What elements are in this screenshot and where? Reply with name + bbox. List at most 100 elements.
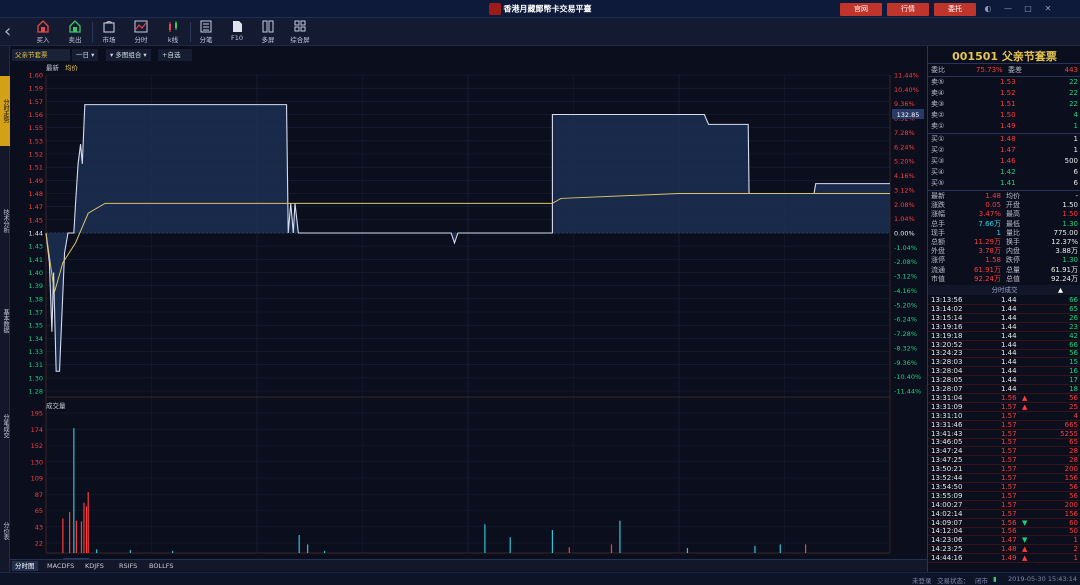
stat-value: 61.91万 [973, 265, 1001, 274]
tick-price: 1.57 [1001, 411, 1017, 420]
composite-button[interactable]: 综合屏 [287, 20, 313, 44]
bid-row: 买④ 1.42 6 [928, 168, 1080, 177]
tab-rsi[interactable]: RSIFS [116, 561, 140, 571]
nav-basic-data[interactable]: 基本数据 [0, 286, 10, 356]
price-tick-label: 1.41 [29, 256, 43, 264]
bid-price: 1.41 [1000, 179, 1016, 187]
official-site-button[interactable]: 官网 [840, 3, 882, 16]
minimize-icon[interactable]: — [1002, 3, 1014, 15]
nav-technical[interactable]: 技术分析 [0, 186, 10, 256]
tick-volume: 66 [1069, 340, 1078, 349]
stat-value: 61.91万 [1050, 265, 1078, 274]
tick-row: 13:52:44 1.57 156 [928, 474, 1080, 483]
tick-row: 13:28:07 1.44 18 [928, 385, 1080, 394]
add-favorite-button[interactable]: +自选 [158, 49, 192, 61]
scroll-up-icon[interactable]: ▲ [1058, 285, 1063, 295]
market-button[interactable]: 市场 [96, 20, 122, 44]
tick-label: 分笔 [199, 36, 213, 44]
tick-row: 13:47:25 1.57 28 [928, 456, 1080, 466]
stock-name: 父亲节套票 [1001, 50, 1057, 63]
tick-button[interactable]: 分笔 [193, 20, 219, 44]
overlay-select[interactable]: ▾ 多图组合 ▾ [106, 49, 151, 61]
volume-tick-label: 174 [31, 426, 43, 434]
price-tick-label: 1.31 [29, 361, 43, 369]
divider [928, 190, 1080, 191]
tab-macd[interactable]: MACDFS [44, 561, 77, 571]
pct-tick-label: 11.44% [894, 72, 919, 80]
tick-row: 13:13:56 1.44 66 [928, 296, 1080, 305]
nav-timeshare[interactable]: 分时走势 [0, 76, 10, 146]
tick-volume: 23 [1069, 322, 1078, 331]
back-icon[interactable]: ‹ [4, 21, 11, 42]
stat-value: 12.37% [1051, 238, 1078, 246]
stock-code: 001501 [952, 50, 999, 63]
nav-price-table[interactable]: 分价表 [0, 506, 10, 556]
price-tick-label: 1.56 [29, 111, 43, 119]
price-tick-label: 1.48 [29, 190, 43, 198]
status-bar: 未登录 交易状态： 闭市 ▮ 2019-05-30 15:43:14 [0, 572, 1080, 585]
bid-volume: 500 [1064, 157, 1078, 165]
maximize-icon[interactable]: □ [1022, 3, 1034, 15]
down-arrow-icon: ▼ [1022, 536, 1028, 545]
volume-tick-label: 109 [31, 475, 43, 483]
tick-volume: 156 [1064, 474, 1078, 482]
stat-label: 市值 [931, 274, 945, 283]
tick-row: 14:12:04 1.56 50 [928, 527, 1080, 537]
stat-label: 总额 [931, 238, 945, 246]
tab-kdj[interactable]: KDJFS [82, 561, 107, 571]
tick-volume: 56 [1069, 393, 1078, 402]
stat-label: 总量 [1006, 265, 1020, 274]
tab-timeshare[interactable]: 分时图 [12, 561, 38, 571]
price-tick-label: 1.34 [29, 335, 43, 343]
period-select[interactable]: 一日 ▾ [72, 49, 99, 61]
tab-boll[interactable]: BOLLFS [146, 561, 176, 571]
pct-tick-label: -7.28% [894, 330, 917, 338]
tick-time: 13:46:05 [931, 438, 963, 447]
tick-price: 1.48 [1001, 545, 1017, 554]
timeshare-chart[interactable]: 最新 均价 成交量 1.60 1.59 1.57 1.56 1.55 1.53 1.52 1.… [10, 61, 927, 574]
tick-price: 1.49 [1001, 554, 1017, 563]
timeshare-button[interactable]: 分时 [128, 20, 154, 44]
quotes-button[interactable]: 行情 [887, 3, 929, 16]
theme-icon[interactable]: ◐ [982, 3, 994, 15]
ask-price: 1.51 [1000, 100, 1016, 108]
stat-value: 775.00 [1053, 228, 1079, 237]
legend-last: 最新 [46, 63, 60, 72]
tick-volume: 56 [1069, 491, 1078, 500]
tick-row: 13:19:18 1.44 42 [928, 332, 1080, 341]
tick-price: 1.57 [1001, 402, 1017, 411]
timeshare-icon [134, 20, 148, 33]
sell-button[interactable]: 卖出 [62, 20, 88, 44]
volume-tick-label: 87 [35, 491, 43, 499]
pct-tick-label: -11.44% [894, 388, 921, 396]
market-icon [103, 21, 115, 33]
pct-tick-label: -6.24% [894, 316, 917, 324]
tick-row: 13:20:52 1.44 66 [928, 341, 1080, 350]
price-tick-label: 1.47 [29, 203, 43, 211]
stat-label: 最新 [931, 192, 945, 200]
price-tick-label: 1.57 [29, 98, 43, 106]
bid-label: 买① [931, 135, 945, 143]
multiscreen-button[interactable]: 多屏 [255, 20, 281, 44]
tick-price: 1.44 [1001, 322, 1017, 331]
tick-time: 13:28:04 [931, 367, 963, 376]
tick-price: 1.57 [1001, 474, 1017, 482]
kline-button[interactable]: k线 [160, 20, 186, 44]
tick-volume: 26 [1069, 313, 1078, 322]
nav-tick-trades[interactable]: 分笔成交 [0, 396, 10, 456]
f10-button[interactable]: F10 [224, 20, 250, 44]
tick-row: 13:31:04 1.56 ▲ 56 [928, 394, 1080, 403]
buy-button[interactable]: 买入 [30, 20, 56, 44]
tick-row: 14:44:16 1.49 ▲ 1 [928, 554, 1080, 564]
orders-button[interactable]: 委托 [934, 3, 976, 16]
stat-label: 现手 [931, 228, 945, 237]
bid-label: 买② [931, 146, 945, 154]
tick-icon [200, 20, 212, 33]
tick-volume: 16 [1069, 367, 1078, 376]
pct-tick-label: -5.20% [894, 301, 917, 309]
chart-stock-title: 父亲节套票 [12, 49, 70, 61]
price-tick-label: 1.52 [29, 151, 43, 159]
close-icon[interactable]: ✕ [1042, 3, 1054, 15]
trade-state: 闭市 [975, 577, 988, 585]
divider [928, 76, 1080, 77]
